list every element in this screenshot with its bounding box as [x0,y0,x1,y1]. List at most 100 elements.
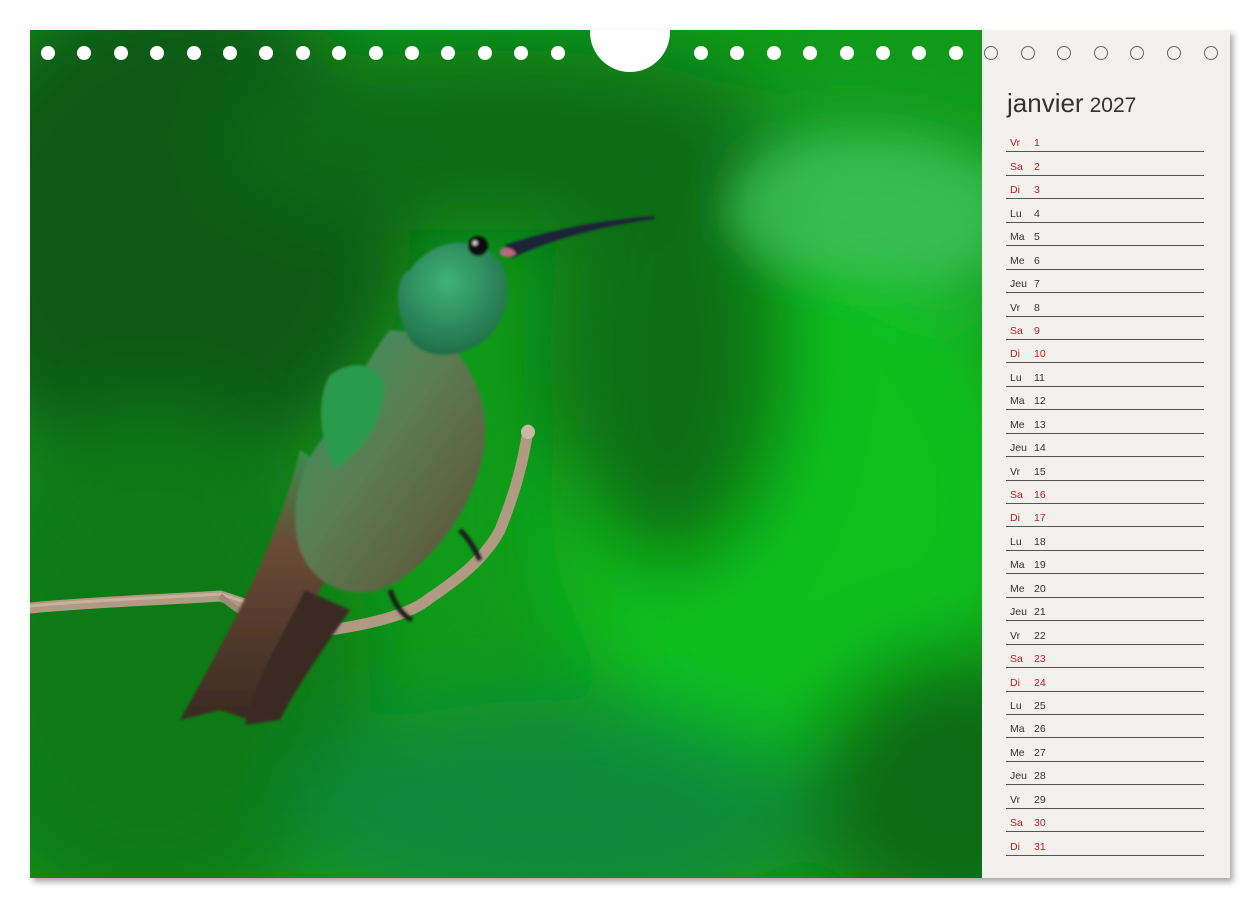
day-row: Jeu 21 [1006,598,1204,622]
day-name: Di [1010,348,1020,361]
day-row: Me 27 [1006,738,1204,762]
day-name: Di [1010,184,1020,197]
day-number: 1 [1034,137,1040,150]
punch-hole [113,46,128,60]
day-name: Me [1010,254,1025,267]
punch-hole [368,46,383,60]
photo-illustration [30,30,982,878]
day-name: Jeu [1010,442,1027,455]
day-number: 31 [1034,840,1046,853]
day-name: Vr [1010,465,1021,478]
month-year: 2027 [1089,94,1137,117]
punch-hole [150,46,165,60]
punch-hole [295,46,310,60]
day-row: Lu 4 [1006,199,1204,223]
punch-hole [766,46,781,60]
day-number: 22 [1034,629,1046,642]
day-name: Lu [1010,207,1022,220]
day-row: Ma 19 [1006,551,1204,575]
day-row: Ma 12 [1006,387,1204,411]
punch-hole [550,46,565,60]
day-name: Jeu [1010,606,1027,619]
month-title: janvier 2027 [1007,88,1136,119]
day-number: 21 [1034,606,1046,619]
day-row: Ma 5 [1006,223,1204,247]
day-name: Ma [1010,559,1025,572]
punch-hole [730,46,745,60]
day-number: 16 [1034,489,1046,501]
day-name: Vr [1010,301,1021,314]
day-row: Vr 8 [1006,293,1204,317]
day-number: 14 [1034,442,1046,455]
day-number: 29 [1034,793,1046,806]
day-number: 13 [1034,418,1046,431]
day-number: 17 [1034,512,1046,525]
day-number: 18 [1034,535,1046,548]
day-number: 27 [1034,746,1046,759]
day-row: Jeu 28 [1006,762,1204,786]
punch-hole [223,46,237,60]
day-row: Jeu 7 [1006,270,1204,294]
day-number: 12 [1034,395,1046,408]
punch-hole [77,46,92,60]
day-row: Di 17 [1006,504,1204,528]
punch-hole [405,46,419,60]
day-name: Di [1010,676,1020,689]
day-name: Sa [1010,324,1023,337]
day-number: 11 [1034,371,1045,384]
day-name: Jeu [1010,770,1027,783]
day-number: 25 [1034,699,1046,712]
day-number: 2 [1034,160,1040,173]
day-row: Ma 26 [1006,715,1204,739]
day-number: 5 [1034,231,1040,244]
day-row: Di 31 [1006,832,1204,856]
day-row: Sa 2 [1006,152,1204,176]
day-name: Sa [1010,653,1023,666]
month-name: janvier [1007,88,1084,118]
day-row: Sa 30 [1006,809,1204,833]
day-row: Lu 18 [1006,527,1204,551]
day-name: Sa [1010,817,1023,830]
day-list: Vr 1 Sa 2 Di 3 Lu 4 Ma 5 Me 6 Jeu 7 Vr 8 Sa 9 Di 10 Lu 11 Ma 12… [1006,129,1204,856]
punch-hole [441,46,456,60]
day-name: Me [1010,582,1025,595]
punch-hole [912,46,927,60]
day-row: Me 13 [1006,410,1204,434]
day-number: 9 [1034,324,1040,337]
day-number: 19 [1034,559,1046,572]
punch-hole [477,46,492,60]
punch-hole [803,46,818,60]
day-name: Vr [1010,137,1021,150]
day-row: Di 24 [1006,668,1204,692]
day-number: 7 [1034,278,1040,291]
day-number: 15 [1034,465,1046,478]
punch-hole [839,46,854,60]
punch-hole [694,46,708,60]
day-row: Vr 1 [1006,129,1204,153]
day-row: Lu 11 [1006,363,1204,387]
hummingbird-photo [30,30,982,878]
day-number: 24 [1034,676,1046,689]
day-row: Sa 16 [1006,481,1204,504]
day-name: Ma [1010,231,1025,244]
day-name: Me [1010,418,1025,431]
punch-hole [948,46,963,60]
day-row: Lu 25 [1006,692,1204,715]
day-name: Ma [1010,723,1025,736]
day-name: Sa [1010,489,1023,501]
punch-hole [876,46,890,60]
day-row: Vr 15 [1006,457,1204,481]
punch-hole [41,46,55,60]
day-name: Lu [1010,535,1022,548]
day-number: 23 [1034,653,1046,666]
day-number: 8 [1034,301,1040,314]
day-number: 10 [1034,348,1046,361]
day-row: Me 20 [1006,574,1204,598]
punch-hole [332,46,347,60]
day-number: 3 [1034,184,1040,197]
day-number: 28 [1034,770,1046,783]
day-number: 26 [1034,723,1046,736]
day-row: Vr 22 [1006,621,1204,645]
day-number: 4 [1034,207,1040,220]
day-name: Di [1010,840,1020,853]
